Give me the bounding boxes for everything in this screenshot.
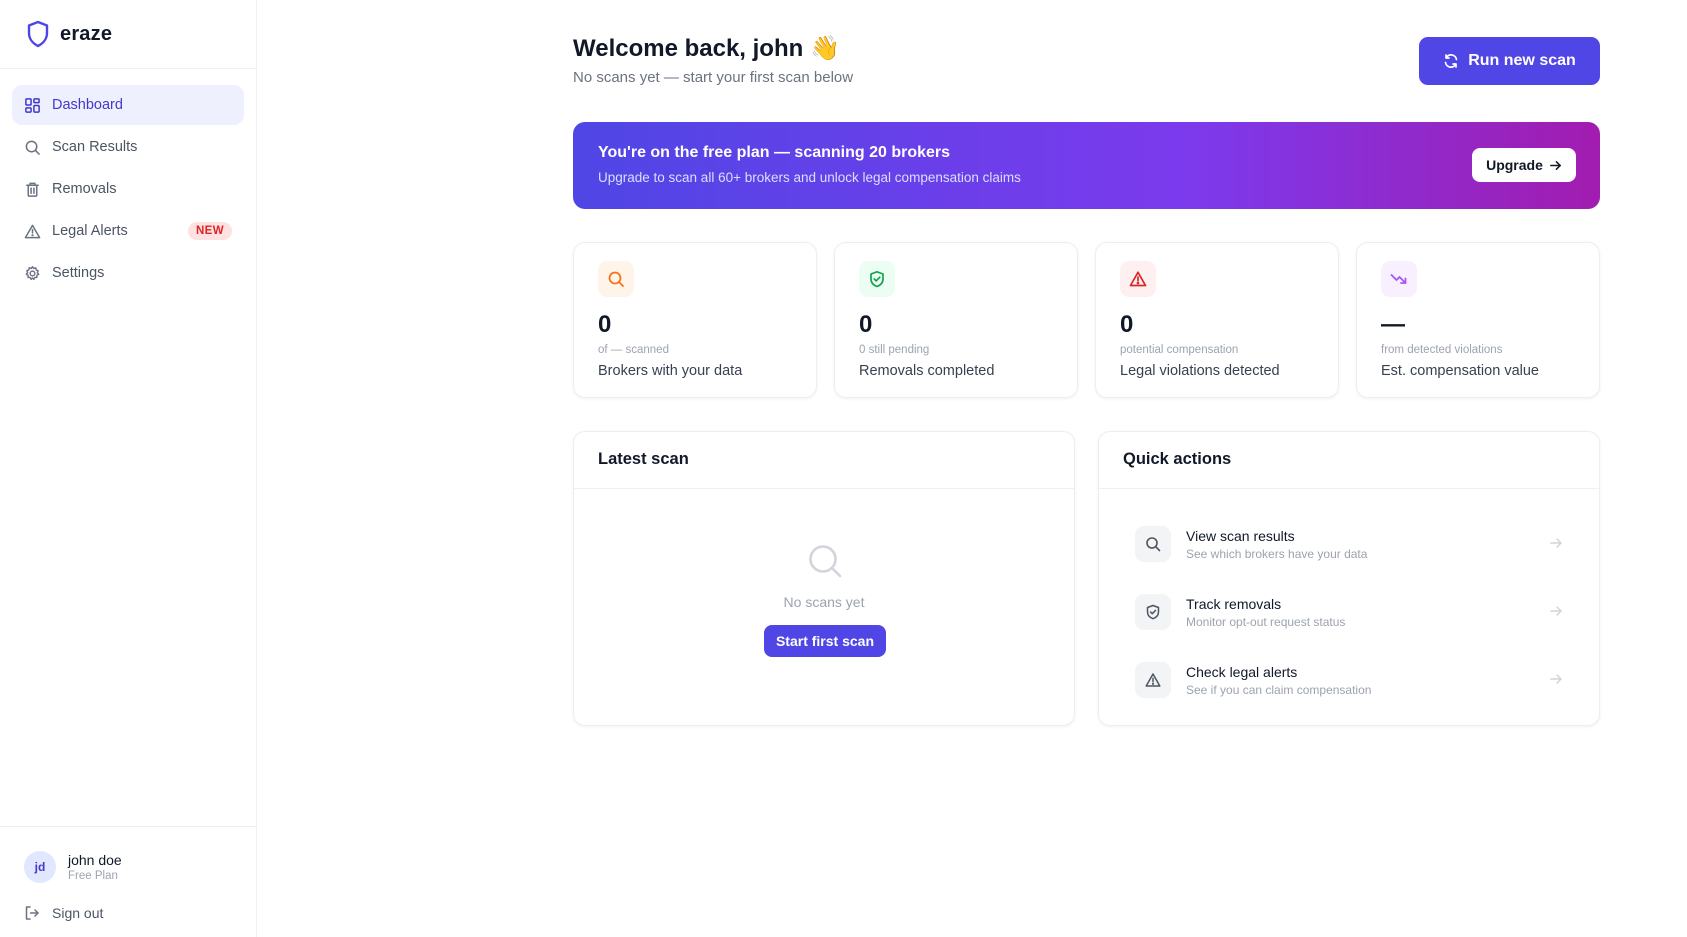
stat-note: of — scanned bbox=[598, 344, 669, 356]
sign-out-label: Sign out bbox=[52, 905, 104, 921]
stat-label: Removals completed bbox=[859, 363, 995, 379]
trending-down-icon bbox=[1390, 274, 1407, 284]
trash-icon bbox=[26, 182, 39, 197]
stat-note: 0 still pending bbox=[859, 344, 930, 356]
quick-action-title: Track removals bbox=[1186, 595, 1282, 612]
qa-icon-box bbox=[1135, 594, 1171, 630]
arrow-right-icon bbox=[1550, 674, 1562, 684]
log-out-icon bbox=[25, 906, 39, 920]
sidebar-item-label: Dashboard bbox=[52, 97, 123, 113]
quick-action-track-removals[interactable]: Track removals Monitor opt-out request s… bbox=[1113, 578, 1585, 646]
brand[interactable]: eraze bbox=[0, 0, 256, 69]
search-icon bbox=[608, 271, 624, 287]
run-new-scan-button[interactable]: Run new scan bbox=[1419, 37, 1600, 85]
stat-value: 0 bbox=[859, 311, 873, 338]
qa-icon-box bbox=[1135, 662, 1171, 698]
stat-icon-box bbox=[1381, 261, 1417, 297]
main-content: Welcome back, john 👋 No scans yet — star… bbox=[573, 0, 1600, 726]
stat-card-brokers: 0 of — scanned Brokers with your data bbox=[573, 242, 817, 398]
stat-value: 0 bbox=[1120, 311, 1134, 338]
brand-name: eraze bbox=[60, 22, 113, 45]
stat-value: — bbox=[1381, 311, 1405, 338]
quick-action-desc: See if you can claim compensation bbox=[1186, 682, 1372, 697]
search-icon bbox=[1146, 537, 1161, 552]
panel-title: Quick actions bbox=[1099, 432, 1599, 489]
gear-icon bbox=[25, 265, 40, 280]
start-first-scan-button[interactable]: Start first scan bbox=[764, 625, 886, 657]
stat-card-removals: 0 0 still pending Removals completed bbox=[834, 242, 1078, 398]
sidebar-item-legal-alerts[interactable]: Legal Alerts NEW bbox=[12, 211, 244, 251]
stat-label: Brokers with your data bbox=[598, 363, 743, 379]
user-profile[interactable]: jd john doe Free Plan bbox=[24, 851, 256, 883]
sidebar: eraze Dashboard Scan Results Removals Le… bbox=[0, 0, 257, 937]
qa-icon-box bbox=[1135, 526, 1171, 562]
shield-check-icon bbox=[870, 270, 884, 288]
upgrade-button[interactable]: Upgrade bbox=[1472, 148, 1576, 182]
quick-action-desc: Monitor opt-out request status bbox=[1186, 614, 1346, 629]
quick-action-desc: See which brokers have your data bbox=[1186, 546, 1368, 561]
free-plan-banner: You're on the free plan — scanning 20 br… bbox=[573, 122, 1600, 209]
search-icon bbox=[25, 140, 40, 155]
sidebar-nav: Dashboard Scan Results Removals Legal Al… bbox=[0, 69, 256, 293]
stat-icon-box bbox=[1120, 261, 1156, 297]
upgrade-label: Upgrade bbox=[1486, 157, 1543, 173]
alert-triangle-icon bbox=[24, 224, 41, 238]
user-plan: Free Plan bbox=[68, 870, 118, 882]
refresh-icon bbox=[1444, 54, 1458, 68]
grid-icon bbox=[25, 97, 40, 113]
stat-card-violations: 0 potential compensation Legal violation… bbox=[1095, 242, 1339, 398]
banner-title: You're on the free plan — scanning 20 br… bbox=[598, 144, 951, 161]
quick-actions-panel: Quick actions View scan results See whic… bbox=[1098, 431, 1600, 726]
stat-icon-box bbox=[598, 261, 634, 297]
stat-note: from detected violations bbox=[1381, 344, 1503, 356]
sidebar-item-label: Settings bbox=[52, 265, 105, 281]
search-icon bbox=[809, 545, 842, 578]
sidebar-item-label: Legal Alerts bbox=[52, 223, 128, 239]
empty-state: No scans yet Start first scan bbox=[574, 489, 1074, 725]
run-new-scan-label: Run new scan bbox=[1468, 52, 1576, 69]
arrow-right-icon bbox=[1549, 160, 1561, 170]
stats-row: 0 of — scanned Brokers with your data 0 … bbox=[573, 242, 1600, 398]
stat-value: 0 bbox=[598, 311, 612, 338]
banner-subtitle: Upgrade to scan all 60+ brokers and unlo… bbox=[598, 170, 1021, 185]
stat-label: Legal violations detected bbox=[1120, 363, 1280, 379]
stat-note: potential compensation bbox=[1120, 344, 1239, 356]
page-title: Welcome back, john 👋 bbox=[573, 35, 840, 62]
empty-state-text: No scans yet bbox=[783, 594, 865, 610]
new-badge: NEW bbox=[187, 222, 232, 240]
page-subtitle: No scans yet — start your first scan bel… bbox=[573, 69, 854, 86]
user-name: john doe bbox=[68, 852, 122, 868]
quick-action-title: View scan results bbox=[1186, 527, 1295, 544]
stat-label: Est. compensation value bbox=[1381, 363, 1539, 379]
panel-title: Latest scan bbox=[574, 432, 1074, 489]
alert-triangle-icon bbox=[1145, 673, 1161, 687]
stat-card-compensation: — from detected violations Est. compensa… bbox=[1356, 242, 1600, 398]
sidebar-item-dashboard[interactable]: Dashboard bbox=[12, 85, 244, 125]
sidebar-item-label: Removals bbox=[52, 181, 117, 197]
quick-action-title: Check legal alerts bbox=[1186, 663, 1298, 680]
arrow-right-icon bbox=[1550, 606, 1562, 616]
shield-check-icon bbox=[1146, 604, 1160, 620]
sidebar-item-label: Scan Results bbox=[52, 139, 138, 155]
shield-logo-icon bbox=[27, 20, 49, 48]
alert-triangle-icon bbox=[1129, 271, 1147, 287]
arrow-right-icon bbox=[1550, 538, 1562, 548]
latest-scan-panel: Latest scan No scans yet Start first sca… bbox=[573, 431, 1075, 726]
stat-icon-box bbox=[859, 261, 895, 297]
avatar: jd bbox=[24, 851, 56, 883]
quick-action-view-scan-results[interactable]: View scan results See which brokers have… bbox=[1113, 510, 1585, 578]
sidebar-item-removals[interactable]: Removals bbox=[12, 169, 244, 209]
quick-action-check-legal-alerts[interactable]: Check legal alerts See if you can claim … bbox=[1113, 646, 1585, 714]
sidebar-item-settings[interactable]: Settings bbox=[12, 253, 244, 293]
quick-actions-list: View scan results See which brokers have… bbox=[1099, 489, 1599, 714]
sidebar-item-scan-results[interactable]: Scan Results bbox=[12, 127, 244, 167]
sign-out-button[interactable]: Sign out bbox=[24, 905, 256, 921]
sidebar-footer: jd john doe Free Plan Sign out bbox=[0, 826, 256, 937]
page-header: Welcome back, john 👋 No scans yet — star… bbox=[573, 0, 1600, 122]
